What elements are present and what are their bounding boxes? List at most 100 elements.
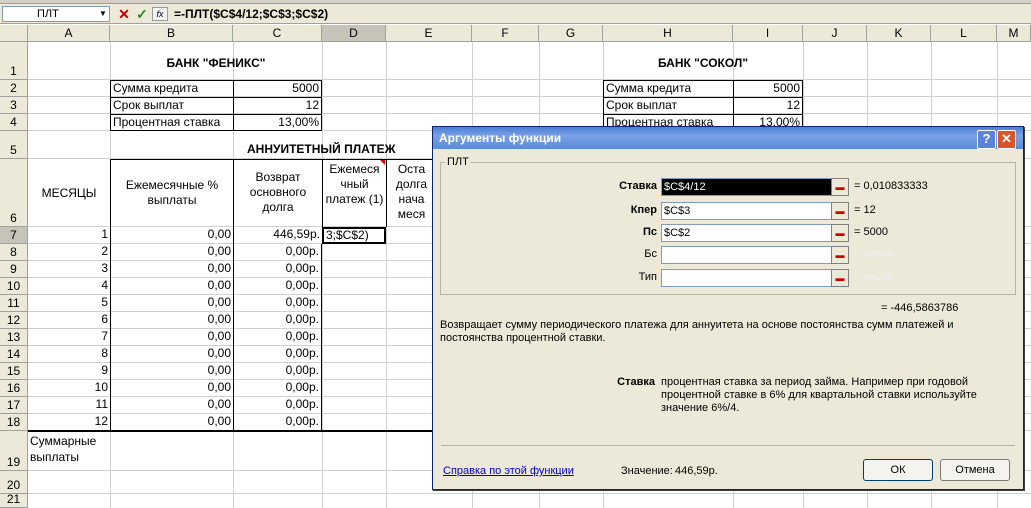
- cell-h3[interactable]: Срок выплат: [603, 97, 733, 114]
- table-row-principal[interactable]: 0,00р.: [233, 346, 322, 363]
- cell-i3[interactable]: 12: [733, 97, 803, 114]
- row-header[interactable]: 8: [0, 244, 28, 261]
- table-row-principal[interactable]: 0,00р.: [233, 397, 322, 414]
- table-row-month[interactable]: 4: [28, 278, 110, 293]
- table-row-month[interactable]: 10: [28, 380, 110, 395]
- cell-c2[interactable]: 5000: [233, 80, 322, 97]
- summary-label[interactable]: Суммарные выплаты: [28, 433, 110, 471]
- table-row-principal[interactable]: 0,00р.: [233, 329, 322, 346]
- table-row-month[interactable]: 11: [28, 397, 110, 412]
- cell-c4[interactable]: 13,00%: [233, 114, 322, 131]
- column-header-d[interactable]: D: [322, 25, 386, 42]
- table-row-principal[interactable]: 0,00р.: [233, 363, 322, 380]
- select-all-corner[interactable]: [0, 25, 28, 42]
- close-button[interactable]: ✕: [997, 130, 1016, 149]
- insert-function-icon[interactable]: fx: [152, 7, 168, 21]
- column-header-e[interactable]: E: [386, 25, 472, 42]
- column-header-j[interactable]: J: [803, 25, 867, 42]
- arg-input-pv[interactable]: $C$2: [661, 224, 847, 242]
- column-header-g[interactable]: G: [539, 25, 603, 42]
- cancel-icon[interactable]: ✕: [116, 7, 132, 21]
- row-header[interactable]: 13: [0, 329, 28, 346]
- table-row-month[interactable]: 9: [28, 363, 110, 378]
- column-header-f[interactable]: F: [472, 25, 539, 42]
- header-months[interactable]: МЕСЯЦЫ: [28, 159, 110, 227]
- row-header[interactable]: 12: [0, 312, 28, 329]
- row-header[interactable]: 10: [0, 278, 28, 295]
- help-button[interactable]: ?: [977, 130, 996, 149]
- table-row-month[interactable]: 6: [28, 312, 110, 327]
- row-header[interactable]: 17: [0, 397, 28, 414]
- row-header[interactable]: 4: [0, 114, 28, 131]
- table-row-interest[interactable]: 0,00: [110, 380, 233, 397]
- table-row-interest[interactable]: 0,00: [110, 397, 233, 414]
- help-link[interactable]: Справка по этой функции: [443, 465, 574, 478]
- cell-h2[interactable]: Сумма кредита: [603, 80, 733, 97]
- row-header[interactable]: 9: [0, 261, 28, 278]
- arg-input-fv[interactable]: [661, 246, 847, 264]
- column-header-h[interactable]: H: [603, 25, 733, 42]
- table-row-interest[interactable]: 0,00: [110, 227, 233, 244]
- header-principal-return[interactable]: Возврат основного долга: [233, 159, 322, 227]
- table-row-month[interactable]: 1: [28, 227, 110, 242]
- cell-b3[interactable]: Срок выплат: [110, 97, 233, 114]
- collapse-dialog-icon[interactable]: ▬: [831, 224, 849, 242]
- collapse-dialog-icon[interactable]: ▬: [831, 178, 849, 196]
- table-row-month[interactable]: 2: [28, 244, 110, 259]
- column-header-c[interactable]: C: [233, 25, 322, 42]
- ok-button[interactable]: ОК: [863, 459, 933, 481]
- table-row-interest[interactable]: 0,00: [110, 244, 233, 261]
- table-row-principal[interactable]: 0,00р.: [233, 261, 322, 278]
- column-header-k[interactable]: K: [867, 25, 931, 42]
- table-row-interest[interactable]: 0,00: [110, 278, 233, 295]
- table-row-month[interactable]: 5: [28, 295, 110, 310]
- table-row-principal[interactable]: 0,00р.: [233, 312, 322, 329]
- collapse-dialog-icon[interactable]: ▬: [831, 202, 849, 220]
- chevron-down-icon[interactable]: ▼: [98, 7, 108, 21]
- table-row-principal[interactable]: 0,00р.: [233, 295, 322, 312]
- column-header-b[interactable]: B: [110, 25, 233, 42]
- row-header[interactable]: 16: [0, 380, 28, 397]
- arg-input-nper[interactable]: $C$3: [661, 202, 847, 220]
- collapse-dialog-icon[interactable]: ▬: [831, 269, 849, 287]
- row-header[interactable]: 11: [0, 295, 28, 312]
- name-box[interactable]: ПЛТ: [2, 6, 110, 22]
- cancel-button[interactable]: Отмена: [940, 459, 1010, 481]
- table-row-interest[interactable]: 0,00: [110, 329, 233, 346]
- table-row-month[interactable]: 7: [28, 329, 110, 344]
- row-header[interactable]: 20: [0, 471, 28, 494]
- table-row-interest[interactable]: 0,00: [110, 261, 233, 278]
- row-header[interactable]: 14: [0, 346, 28, 363]
- row-header[interactable]: 19: [0, 431, 28, 471]
- table-row-principal[interactable]: 446,59р.: [233, 227, 322, 244]
- table-row-interest[interactable]: 0,00: [110, 414, 233, 431]
- table-row-principal[interactable]: 0,00р.: [233, 380, 322, 397]
- arg-input-rate[interactable]: $C$4/12: [661, 178, 847, 196]
- header-monthly-payment[interactable]: Ежемеся чный платеж (1): [322, 159, 386, 227]
- column-header-i[interactable]: I: [733, 25, 803, 42]
- row-header[interactable]: 6: [0, 159, 28, 227]
- table-row-interest[interactable]: 0,00: [110, 312, 233, 329]
- row-header[interactable]: 2: [0, 80, 28, 97]
- row-header[interactable]: 15: [0, 363, 28, 380]
- table-row-interest[interactable]: 0,00: [110, 346, 233, 363]
- table-row-principal[interactable]: 0,00р.: [233, 244, 322, 261]
- cell-b4[interactable]: Процентная ставка: [110, 114, 233, 131]
- table-row-principal[interactable]: 0,00р.: [233, 278, 322, 295]
- column-header-a[interactable]: A: [28, 25, 110, 42]
- cell-c3[interactable]: 12: [233, 97, 322, 114]
- arg-input-type[interactable]: [661, 269, 847, 287]
- formula-input[interactable]: =-ПЛТ($C$4/12;$C$3;$C$2): [174, 4, 328, 24]
- row-header[interactable]: 1: [0, 42, 28, 80]
- table-row-interest[interactable]: 0,00: [110, 363, 233, 380]
- row-header[interactable]: 5: [0, 131, 28, 159]
- row-header[interactable]: 18: [0, 414, 28, 431]
- collapse-dialog-icon[interactable]: ▬: [831, 246, 849, 264]
- header-remaining-debt[interactable]: Оста долга нача меся: [386, 159, 436, 227]
- column-header-m[interactable]: M: [997, 25, 1031, 42]
- header-monthly-interest[interactable]: Ежемесячные % выплаты: [110, 159, 233, 227]
- table-row-month[interactable]: 3: [28, 261, 110, 276]
- table-row-month[interactable]: 8: [28, 346, 110, 361]
- cell-i2[interactable]: 5000: [733, 80, 803, 97]
- row-header[interactable]: 21: [0, 492, 28, 508]
